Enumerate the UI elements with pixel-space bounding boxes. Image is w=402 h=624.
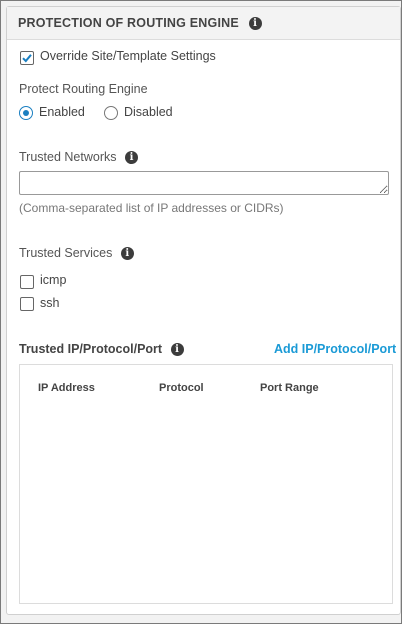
info-icon[interactable]: i (124, 151, 138, 164)
trusted-services-label-text: Trusted Services (19, 246, 113, 260)
disabled-radio[interactable] (104, 106, 118, 120)
ssh-checkbox[interactable] (20, 297, 34, 311)
checkmark-icon (22, 54, 32, 63)
ssh-label: ssh (40, 296, 60, 310)
panel-title: PROTECTION OF ROUTING ENGINE i (18, 16, 262, 30)
icmp-label: icmp (40, 273, 67, 287)
window-frame: PROTECTION OF ROUTING ENGINE i Override … (0, 0, 402, 624)
routing-engine-panel: PROTECTION OF ROUTING ENGINE i Override … (6, 6, 401, 615)
disabled-label: Disabled (124, 105, 173, 119)
trusted-ipp-label-text: Trusted IP/Protocol/Port (19, 342, 163, 356)
trusted-ipp-label: Trusted IP/Protocol/Port i (19, 342, 184, 356)
info-icon[interactable]: i (120, 247, 134, 260)
column-header-ip-address[interactable]: IP Address (38, 382, 95, 394)
override-checkbox[interactable] (20, 51, 34, 65)
column-header-protocol[interactable]: Protocol (159, 382, 204, 394)
icmp-checkbox[interactable] (20, 275, 34, 289)
trusted-networks-label-text: Trusted Networks (19, 150, 117, 164)
column-header-port-range[interactable]: Port Range (260, 382, 319, 394)
override-label: Override Site/Template Settings (40, 49, 216, 63)
info-icon[interactable]: i (248, 17, 262, 30)
info-icon[interactable]: i (170, 343, 184, 356)
trusted-networks-input[interactable] (19, 171, 389, 195)
trusted-networks-hint: (Comma-separated list of IP addresses or… (19, 201, 284, 215)
protect-routing-engine-label: Protect Routing Engine (19, 82, 148, 96)
enabled-label: Enabled (39, 105, 85, 119)
trusted-services-label: Trusted Services i (19, 246, 134, 260)
trusted-networks-label: Trusted Networks i (19, 150, 138, 164)
enabled-radio[interactable] (19, 106, 33, 120)
panel-title-text: PROTECTION OF ROUTING ENGINE (18, 16, 239, 30)
panel-header: PROTECTION OF ROUTING ENGINE i (7, 7, 400, 40)
add-ip-protocol-port-link[interactable]: Add IP/Protocol/Port (274, 342, 396, 356)
trusted-ipp-table: IP Address Protocol Port Range (19, 364, 393, 604)
